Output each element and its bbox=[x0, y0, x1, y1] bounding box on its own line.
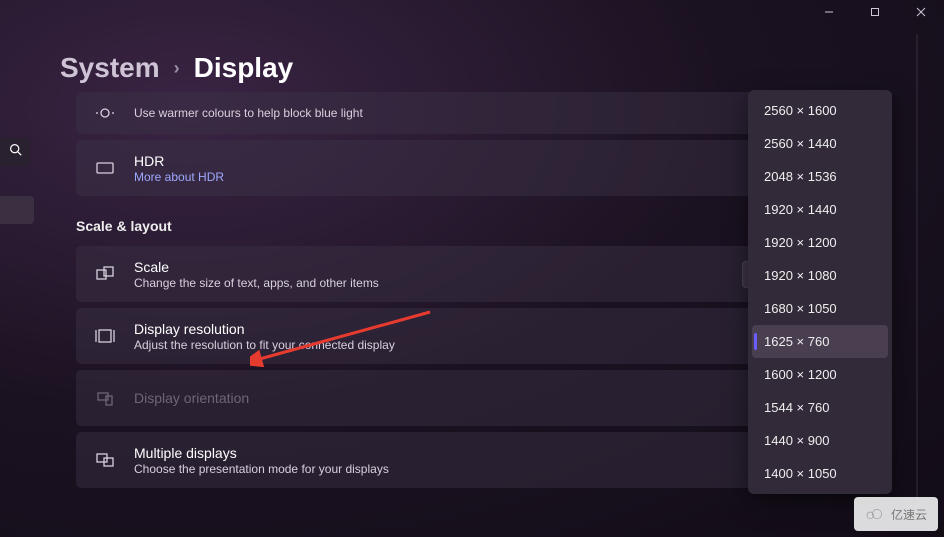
scrollbar[interactable] bbox=[916, 34, 918, 524]
close-button[interactable] bbox=[898, 0, 944, 24]
resolution-dropdown-menu[interactable]: 2560 × 16002560 × 14402048 × 15361920 × … bbox=[748, 90, 892, 494]
resolution-option[interactable]: 1920 × 1080 bbox=[752, 259, 888, 292]
chevron-right-icon: › bbox=[174, 58, 180, 79]
search-button[interactable] bbox=[0, 138, 30, 166]
resolution-option[interactable]: 1920 × 1440 bbox=[752, 193, 888, 226]
breadcrumb: System › Display bbox=[60, 52, 293, 84]
watermark-text: 亿速云 bbox=[891, 506, 927, 523]
resolution-option[interactable]: 2048 × 1536 bbox=[752, 160, 888, 193]
nav-selected-indicator bbox=[0, 196, 34, 224]
maximize-button[interactable] bbox=[852, 0, 898, 24]
breadcrumb-parent[interactable]: System bbox=[60, 52, 160, 84]
window-controls bbox=[806, 0, 944, 24]
resolution-option[interactable]: 1544 × 760 bbox=[752, 391, 888, 424]
resolution-option[interactable]: 1625 × 760 bbox=[752, 325, 888, 358]
resolution-option[interactable]: 2560 × 1440 bbox=[752, 127, 888, 160]
orientation-icon bbox=[94, 387, 116, 409]
resolution-option[interactable]: 1680 × 1050 bbox=[752, 292, 888, 325]
resolution-option[interactable]: 1920 × 1200 bbox=[752, 226, 888, 259]
resolution-option[interactable]: 2560 × 1600 bbox=[752, 94, 888, 127]
scale-icon bbox=[94, 263, 116, 285]
minimize-button[interactable] bbox=[806, 0, 852, 24]
page-title: Display bbox=[194, 52, 294, 84]
scale-subtitle: Change the size of text, apps, and other… bbox=[134, 276, 724, 290]
resolution-option[interactable]: 1440 × 900 bbox=[752, 424, 888, 457]
resolution-option[interactable]: 1400 × 1050 bbox=[752, 457, 888, 490]
resolution-option[interactable]: 1600 × 1200 bbox=[752, 358, 888, 391]
scale-title: Scale bbox=[134, 259, 724, 275]
night-light-icon bbox=[94, 102, 116, 124]
resolution-icon bbox=[94, 325, 116, 347]
hdr-icon bbox=[94, 157, 116, 179]
search-icon bbox=[9, 143, 22, 161]
watermark: 亿速云 bbox=[854, 497, 938, 531]
multiple-displays-icon bbox=[94, 449, 116, 471]
